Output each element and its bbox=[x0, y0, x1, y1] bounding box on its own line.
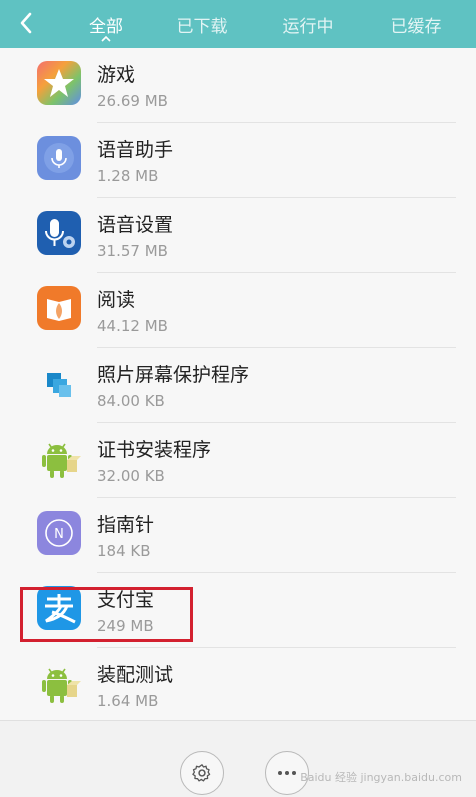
app-list: 游戏 26.69 MB 语音助手 1.28 MB 语音设置 31.57 MB 阅… bbox=[0, 48, 476, 720]
app-name: 游戏 bbox=[97, 64, 136, 86]
tab-label: 已下载 bbox=[176, 16, 228, 37]
more-dots-icon bbox=[278, 771, 296, 775]
app-size: 249 MB bbox=[97, 617, 154, 635]
gear-icon bbox=[192, 764, 211, 782]
svg-text:N: N bbox=[54, 527, 64, 542]
top-bar: 全部 已下载 运行中 已缓存 bbox=[0, 0, 476, 48]
settings-button[interactable] bbox=[180, 751, 224, 795]
alipay-icon bbox=[37, 586, 81, 630]
back-button[interactable] bbox=[12, 8, 40, 38]
app-size: 84.00 KB bbox=[97, 392, 165, 410]
tab-label: 全部 bbox=[89, 16, 123, 37]
app-name: 指南针 bbox=[97, 514, 155, 536]
book-icon bbox=[37, 286, 81, 330]
app-name: 照片屏幕保护程序 bbox=[97, 364, 250, 386]
app-size: 32.00 KB bbox=[97, 467, 165, 485]
tab-downloaded[interactable]: 已下载 bbox=[160, 0, 244, 48]
list-item-voice-settings[interactable]: 语音设置 31.57 MB bbox=[0, 198, 476, 273]
tab-cached[interactable]: 已缓存 bbox=[374, 0, 458, 48]
voice-settings-icon bbox=[37, 211, 81, 255]
photo-screensaver-icon bbox=[37, 361, 81, 405]
app-size: 31.57 MB bbox=[97, 242, 168, 260]
chevron-up-icon bbox=[101, 36, 111, 42]
game-star-icon bbox=[37, 61, 81, 105]
bottom-bar: Baidu 经验 jingyan.baidu.com bbox=[0, 720, 476, 797]
app-name: 装配测试 bbox=[97, 664, 174, 686]
list-item-certificate-installer[interactable]: 证书安装程序 32.00 KB bbox=[0, 423, 476, 498]
android-icon bbox=[37, 661, 81, 705]
app-size: 26.69 MB bbox=[97, 92, 168, 110]
app-size: 184 KB bbox=[97, 542, 151, 560]
app-name: 语音设置 bbox=[97, 214, 174, 236]
app-size: 1.64 MB bbox=[97, 692, 159, 710]
watermark: Baidu 经验 jingyan.baidu.com bbox=[300, 771, 462, 784]
list-item-voice-assistant[interactable]: 语音助手 1.28 MB bbox=[0, 123, 476, 198]
app-name: 支付宝 bbox=[97, 589, 155, 611]
list-item-reading[interactable]: 阅读 44.12 MB bbox=[0, 273, 476, 348]
app-name: 阅读 bbox=[97, 289, 136, 311]
app-size: 1.28 MB bbox=[97, 167, 159, 185]
app-size: 44.12 MB bbox=[97, 317, 168, 335]
tab-label: 运行中 bbox=[282, 16, 334, 37]
list-item-assembly-test[interactable]: 装配测试 1.64 MB bbox=[0, 648, 476, 720]
list-item-game[interactable]: 游戏 26.69 MB bbox=[0, 48, 476, 123]
tab-running[interactable]: 运行中 bbox=[266, 0, 350, 48]
android-icon bbox=[37, 436, 81, 480]
list-item-alipay[interactable]: 支付宝 249 MB bbox=[0, 573, 476, 648]
app-name: 语音助手 bbox=[97, 139, 174, 161]
app-name: 证书安装程序 bbox=[97, 439, 212, 461]
compass-icon: N bbox=[37, 511, 81, 555]
list-item-photo-screensaver[interactable]: 照片屏幕保护程序 84.00 KB bbox=[0, 348, 476, 423]
tab-all[interactable]: 全部 bbox=[70, 0, 142, 48]
tab-label: 已缓存 bbox=[390, 16, 442, 37]
list-item-compass[interactable]: N 指南针 184 KB bbox=[0, 498, 476, 573]
chevron-left-icon bbox=[20, 12, 32, 34]
microphone-icon bbox=[37, 136, 81, 180]
